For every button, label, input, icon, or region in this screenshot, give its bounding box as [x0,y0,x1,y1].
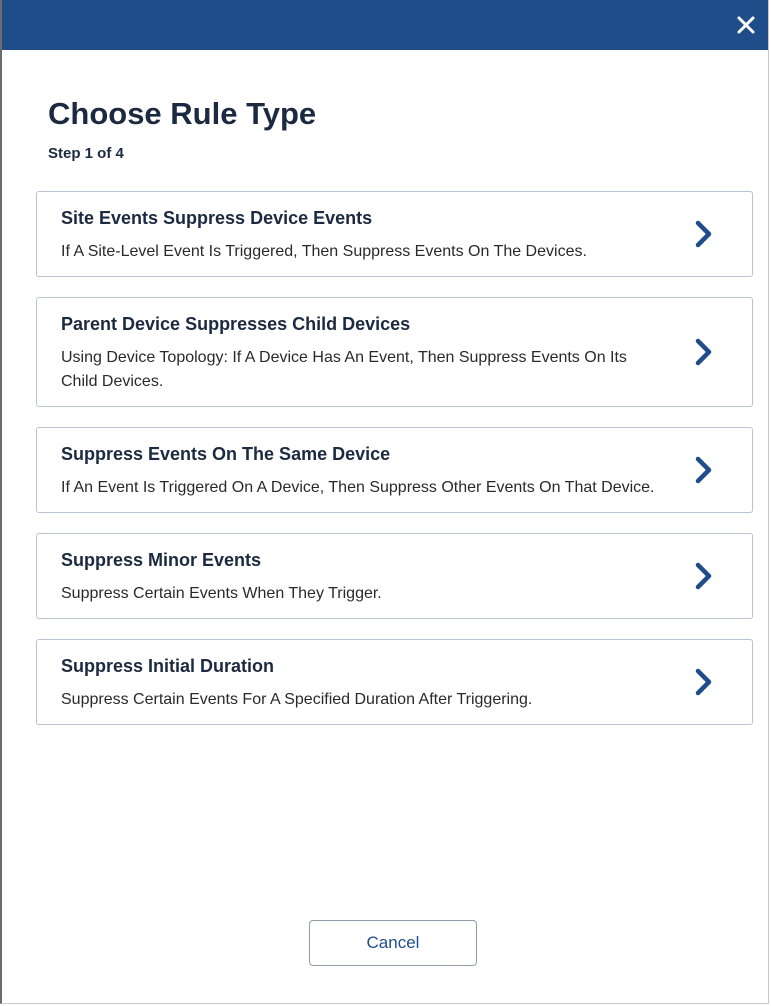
close-icon[interactable] [732,11,760,39]
chevron-right-icon [695,220,712,248]
option-title: Site Events Suppress Device Events [61,208,373,228]
option-title: Parent Device Suppresses Child Devices [61,314,411,334]
option-suppress-initial-duration[interactable]: Suppress Initial Duration Suppress Certa… [36,639,753,725]
option-description: Suppress Certain Events For A Specified … [61,691,533,708]
chevron-right-icon [695,456,712,484]
chevron-right-icon [695,562,712,590]
option-description: Suppress Certain Events When They Trigge… [61,585,382,602]
option-title: Suppress Initial Duration [61,656,275,676]
chevron-right-icon [695,668,712,696]
rule-type-options: Site Events Suppress Device Events If A … [36,191,753,745]
option-description: If A Site-Level Event Is Triggered, Then… [61,243,587,260]
option-title: Suppress Minor Events [61,550,262,570]
dialog-header-bar [2,0,768,50]
option-description: Using Device Topology: If A Device Has A… [61,349,627,390]
step-indicator: Step 1 of 4 [48,145,124,162]
cancel-button[interactable]: Cancel [309,920,477,966]
option-description: If An Event Is Triggered On A Device, Th… [61,479,655,496]
option-suppress-events-on-same-device[interactable]: Suppress Events On The Same Device If An… [36,427,753,513]
chevron-right-icon [695,338,712,366]
dialog-title: Choose Rule Type [48,96,317,131]
option-site-events-suppress-device-events[interactable]: Site Events Suppress Device Events If A … [36,191,753,277]
option-title: Suppress Events On The Same Device [61,444,391,464]
option-suppress-minor-events[interactable]: Suppress Minor Events Suppress Certain E… [36,533,753,619]
option-parent-device-suppresses-child-devices[interactable]: Parent Device Suppresses Child Devices U… [36,297,753,407]
choose-rule-type-dialog: Choose Rule Type Step 1 of 4 Site Events… [0,0,769,1004]
